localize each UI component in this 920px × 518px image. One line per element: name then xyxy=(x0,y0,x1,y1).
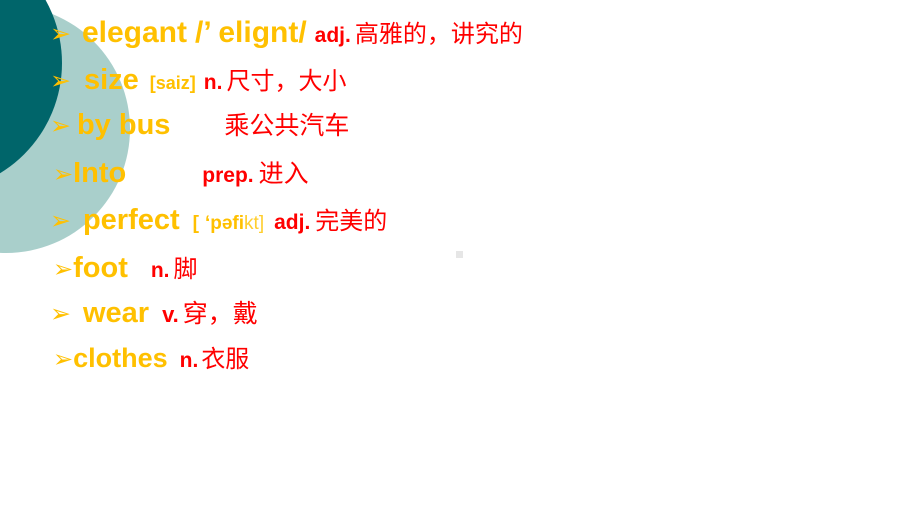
vocab-phonetic-open: [ xyxy=(192,213,199,234)
bullet-arrow-icon: ➢ xyxy=(50,299,71,328)
vocab-part-of-speech: v. xyxy=(162,302,179,327)
vocab-part-of-speech: prep. xyxy=(202,164,254,187)
vocab-entry-by-bus: ➢ by bus 乘公共汽车 xyxy=(50,111,349,140)
vocab-entry-perfect: ➢ perfect [‘pəfikt] adj. 完美的 xyxy=(50,206,387,235)
bullet-arrow-icon: ➢ xyxy=(53,160,74,188)
vocab-word: Into xyxy=(73,157,127,189)
vocab-word: wear xyxy=(82,297,150,329)
vocab-phonetic: [saiz] xyxy=(149,73,196,93)
vocab-entry-clothes: ➢clothes n. 衣服 xyxy=(53,345,249,372)
vocab-meaning: 高雅的，讲究的 xyxy=(354,20,523,48)
bullet-arrow-icon: ➢ xyxy=(53,345,74,373)
vocab-meaning: 脚 xyxy=(173,255,198,283)
vocab-entry-size: ➢ size [saiz] n. 尺寸，大小 xyxy=(50,66,346,95)
bullet-arrow-icon: ➢ xyxy=(50,19,71,48)
vocab-word: elegant xyxy=(81,16,187,49)
vocab-part-of-speech: adj. xyxy=(274,211,311,234)
vocabulary-list: ➢ elegant/’ elignt/adj. 高雅的，讲究的 ➢ size [saiz… xyxy=(0,0,920,518)
vocab-part-of-speech: n. xyxy=(203,71,223,94)
vocab-meaning: 乘公共汽车 xyxy=(224,111,350,140)
vocab-phonetic-stressed: ‘pəfi xyxy=(204,213,245,234)
vocab-entry-elegant: ➢ elegant/’ elignt/adj. 高雅的，讲究的 xyxy=(50,18,523,48)
vocab-entry-wear: ➢ wear v. 穿，戴 xyxy=(50,299,258,328)
vocab-part-of-speech: adj. xyxy=(314,24,351,47)
bullet-arrow-icon: ➢ xyxy=(50,111,71,140)
vocab-word: size xyxy=(83,64,139,96)
vocab-part-of-speech: n. xyxy=(150,259,170,282)
vocab-meaning: 进入 xyxy=(258,159,309,188)
vocab-part-of-speech: n. xyxy=(179,349,199,372)
presentation-slide: ➢ elegant/’ elignt/adj. 高雅的，讲究的 ➢ size [saiz… xyxy=(0,0,920,518)
bullet-arrow-icon: ➢ xyxy=(53,255,74,283)
vocab-meaning: 完美的 xyxy=(315,207,388,235)
vocab-word: perfect xyxy=(82,204,180,236)
vocab-entry-into: ➢Into prep. 进入 xyxy=(53,159,309,188)
vocab-word: clothes xyxy=(73,343,168,373)
vocab-entry-foot: ➢foot n. 脚 xyxy=(53,254,198,283)
vocab-meaning: 穿，戴 xyxy=(182,299,258,328)
bullet-arrow-icon: ➢ xyxy=(50,206,71,235)
vocab-phonetic-tail: kt] xyxy=(244,213,265,234)
vocab-meaning: 尺寸，大小 xyxy=(226,67,347,95)
vocab-word: foot xyxy=(73,252,128,284)
vocab-phonetic: /’ elignt/ xyxy=(194,16,307,49)
stray-grey-square-artifact xyxy=(456,251,463,258)
vocab-meaning: 衣服 xyxy=(201,345,250,373)
vocab-word: by bus xyxy=(76,109,171,141)
bullet-arrow-icon: ➢ xyxy=(50,66,71,95)
